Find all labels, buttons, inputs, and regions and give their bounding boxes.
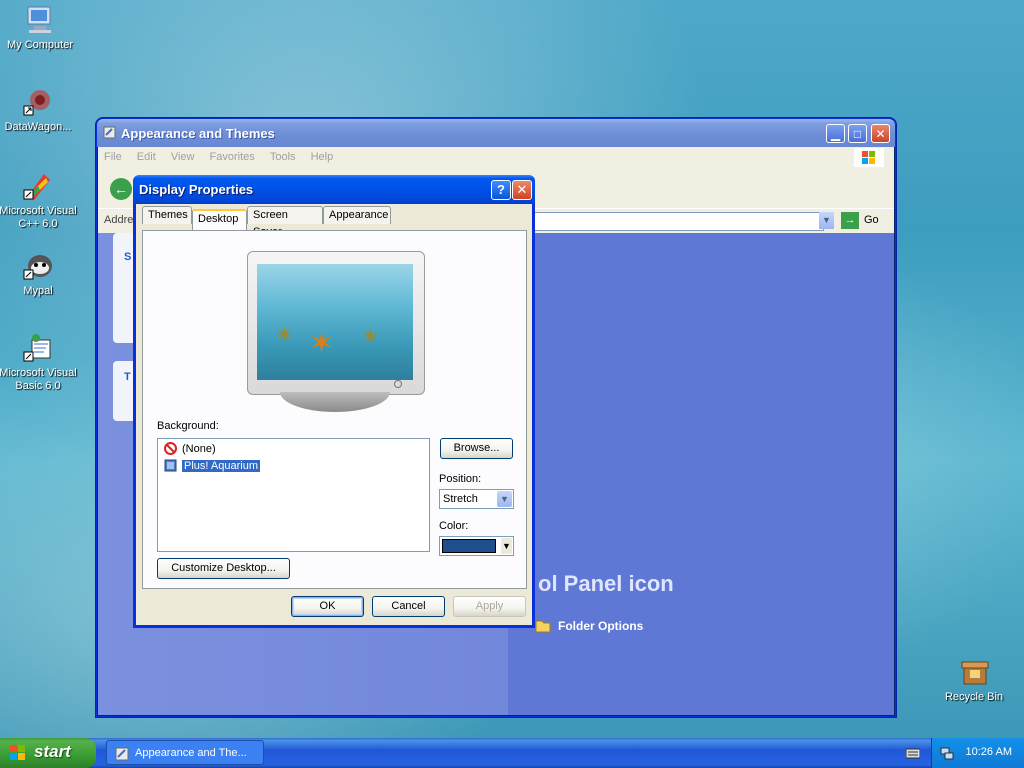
starfish-icon: ✶ [275,322,294,347]
start-label: start [34,742,71,761]
none-icon [164,442,177,455]
maximize-button[interactable]: □ [848,124,867,143]
position-select[interactable]: Stretch ▼ [439,489,514,509]
cancel-button[interactable]: Cancel [372,596,445,617]
starfish-icon: ✶ [309,327,335,360]
window-title: Appearance and Themes [121,126,275,141]
desktop-icon-visual-cpp[interactable]: Microsoft Visual C++ 6.0 [0,170,78,231]
customize-desktop-button[interactable]: Customize Desktop... [157,558,290,579]
dialog-close-button[interactable]: ✕ [512,180,532,200]
desktop-icon-visual-basic[interactable]: Microsoft Visual Basic 6.0 [0,332,78,393]
recycle-bin-icon [958,656,990,688]
datawagon-icon [22,86,54,118]
desktop-icon-label: My Computer [6,39,74,51]
mypal-icon [22,250,54,282]
desktop-icon-label: Mypal [23,285,53,297]
menu-edit[interactable]: Edit [131,147,162,167]
close-button[interactable]: ✕ [871,124,890,143]
menu-file[interactable]: File [98,147,128,167]
apply-button[interactable]: Apply [453,596,526,617]
position-value: Stretch [443,493,478,505]
content-area [508,233,894,715]
desktop-icon-label: DataWagon... [4,121,72,133]
clock[interactable]: 10:26 AM [966,746,1012,758]
visual-cpp-icon [22,170,54,202]
address-input[interactable] [532,212,824,231]
color-label: Color: [439,520,469,532]
taskbar-window-label: Appearance and The... [135,747,247,759]
menu-favorites[interactable]: Favorites [204,147,261,167]
help-button[interactable]: ? [491,180,511,200]
tab-appearance[interactable]: Appearance [323,206,391,224]
list-item[interactable]: Plus! Aquarium [164,458,261,474]
folder-icon [534,616,552,634]
monitor-preview: ✶ ✶ ✶ [247,251,425,395]
desktop-icon-recycle-bin[interactable]: Recycle Bin [934,656,1014,704]
address-label: Addre [104,214,134,226]
window-titlebar[interactable]: Appearance and Themes ▁ □ ✕ [97,119,895,147]
menu-view[interactable]: View [165,147,201,167]
menu-bar: File Edit View Favorites Tools Help [98,147,894,169]
address-dropdown-icon[interactable]: ▼ [819,212,834,229]
control-panel-icon [103,126,116,139]
taskbar-window-button[interactable]: Appearance and The... [106,740,264,765]
go-button-label[interactable]: Go [864,214,879,226]
wallpaper-preview: ✶ ✶ ✶ [257,264,413,380]
background-listbox[interactable]: (None) Plus! Aquarium [157,438,430,552]
list-item-label: Plus! Aquarium [181,459,261,473]
chevron-down-icon: ▼ [497,491,512,507]
dialog-titlebar[interactable]: Display Properties ? ✕ [133,175,535,204]
list-item[interactable]: (None) [164,441,216,457]
task-pane-letter: S [124,251,132,263]
menu-tools[interactable]: Tools [264,147,302,167]
color-swatch [442,539,496,553]
back-arrow-icon[interactable]: ← [110,178,132,200]
position-label: Position: [439,473,482,485]
tab-screen-saver[interactable]: Screen Saver [247,206,323,238]
desktop-tab-panel: ✶ ✶ ✶ Background: (None) Plus! Aquarium … [142,230,527,589]
control-panel-icon [115,746,129,761]
network-icon[interactable] [940,746,954,760]
browse-button[interactable]: Browse... [440,438,513,459]
tab-desktop[interactable]: Desktop [192,209,247,230]
list-item-label: (None) [182,443,216,455]
control-panel-heading: ol Panel icon [538,571,674,596]
desktop-icon-label: Microsoft Visual C++ 6.0 [0,205,77,230]
go-arrow-icon[interactable]: → [841,212,859,229]
desktop-icon-my-computer[interactable]: My Computer [0,4,80,52]
monitor-power-led [394,380,402,388]
display-properties-dialog: Display Properties ? ✕ Themes Desktop Sc… [133,175,535,628]
visual-basic-icon [22,332,54,364]
minimize-button[interactable]: ▁ [826,124,845,143]
color-picker[interactable]: ▼ [439,536,514,556]
system-tray: 10:26 AM [931,738,1024,768]
desktop-icon-label: Microsoft Visual Basic 6.0 [0,367,77,392]
my-computer-icon [24,4,56,36]
image-file-icon [164,459,177,472]
taskbar: start Appearance and The... 10:26 AM [0,738,1024,768]
monitor-stand [280,392,390,412]
dialog-body: Themes Desktop Screen Saver Appearance ✶… [136,204,532,625]
starfish-icon: ✶ [361,324,380,349]
folder-options-link[interactable]: Folder Options [558,619,643,633]
dialog-title: Display Properties [139,182,254,197]
task-pane-letter: T [124,371,131,383]
desktop-icon-datawagon[interactable]: DataWagon... [0,86,78,134]
chevron-down-icon: ▼ [501,538,512,554]
desktop-icon-mypal[interactable]: Mypal [0,250,78,298]
menu-help[interactable]: Help [305,147,340,167]
desktop-icon-label: Recycle Bin [944,691,1004,703]
background-label: Background: [157,420,219,432]
windows-logo-icon [854,148,884,167]
keyboard-icon[interactable] [905,747,921,759]
ok-button[interactable]: OK [291,596,364,617]
start-button[interactable]: start [0,738,96,768]
windows-flag-icon [10,745,26,761]
tab-themes[interactable]: Themes [142,206,192,224]
